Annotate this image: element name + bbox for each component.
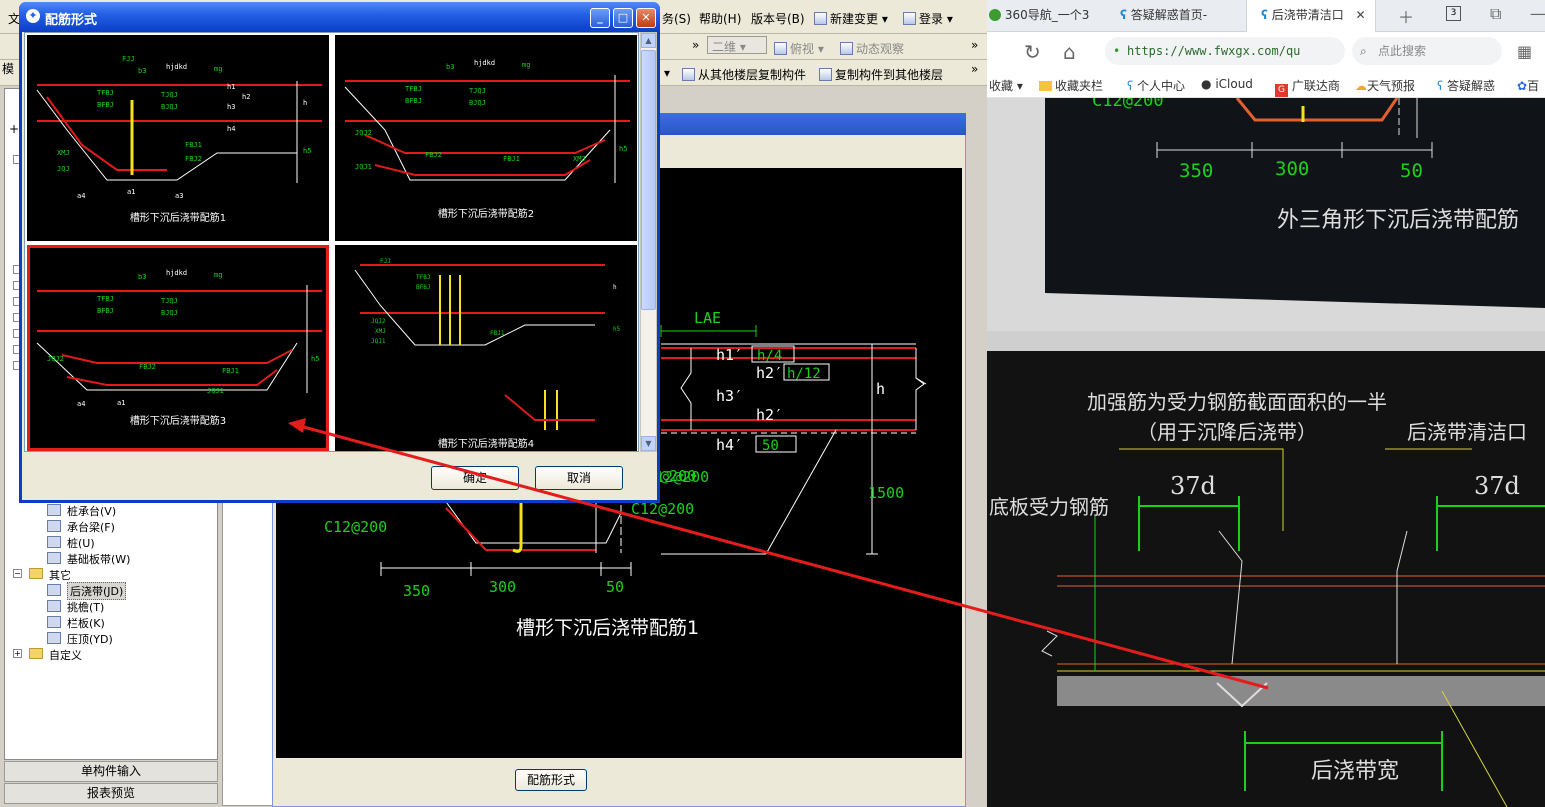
annotation-arrow: [288, 418, 1269, 690]
